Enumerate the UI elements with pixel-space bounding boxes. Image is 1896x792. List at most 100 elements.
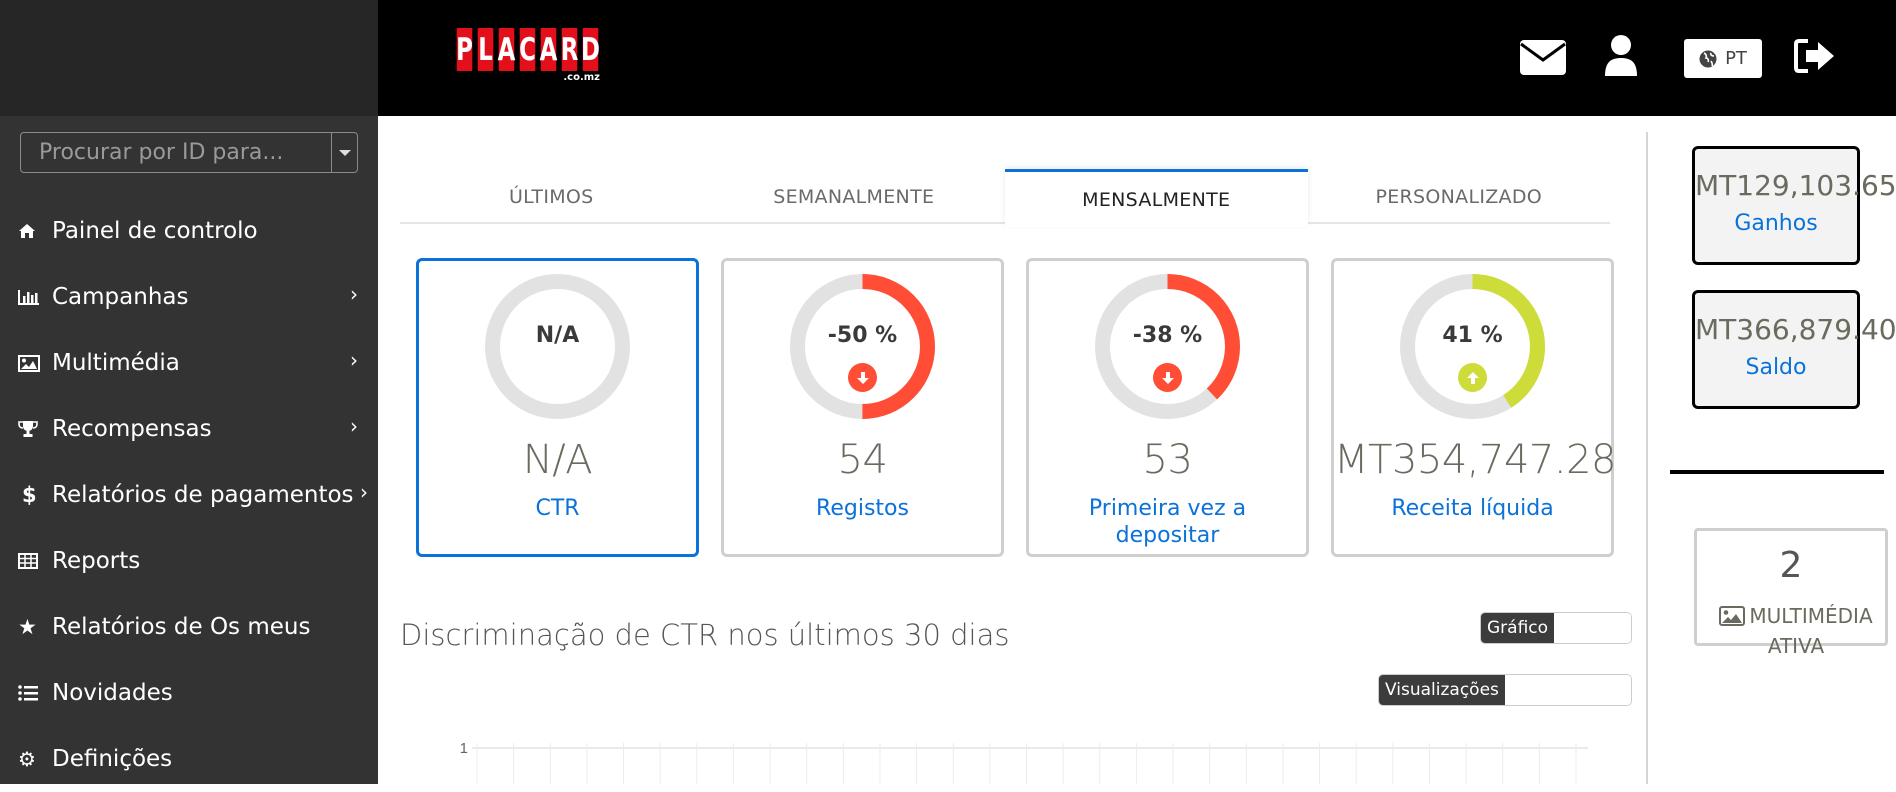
language-label: PT xyxy=(1725,48,1747,69)
balance-box[interactable]: MT366,879.40 Saldo xyxy=(1692,290,1896,409)
logo-letter: A xyxy=(498,28,515,71)
user-icon xyxy=(1605,35,1637,76)
tab-custom[interactable]: PERSONALIZADO xyxy=(1308,171,1611,222)
gauge-percent: -50 % xyxy=(827,323,898,348)
view-toggle[interactable]: Gráfico xyxy=(1480,612,1632,644)
active-media-label: MULTIMÉDIA ATIVA xyxy=(1749,604,1873,658)
earnings-box[interactable]: MT129,103.65 Ganhos xyxy=(1692,146,1896,265)
sidebar-item-label: Recompensas xyxy=(52,416,212,442)
kpi-value: MT354,747.28 xyxy=(1334,437,1616,483)
sidebar-item-reports[interactable]: Reports xyxy=(0,528,378,594)
logout-icon xyxy=(1794,39,1834,73)
chevron-right-icon: › xyxy=(350,348,358,372)
search-input[interactable] xyxy=(21,133,331,172)
envelope-icon xyxy=(1520,40,1566,75)
table-icon xyxy=(18,553,52,569)
image-icon xyxy=(1719,606,1746,626)
kpi-card-first-deposits[interactable]: -38 % 53 Primeira vez a depositar xyxy=(1026,258,1309,557)
metric-toggle[interactable]: Visualizações xyxy=(1378,674,1632,706)
kpi-label: Primeira vez a depositar xyxy=(1088,496,1247,548)
sidebar-item-settings[interactable]: ⚙ Definições xyxy=(0,726,378,792)
view-toggle-label: Gráfico xyxy=(1481,613,1555,643)
main-content: ÚLTIMOS SEMANALMENTE MENSALMENTE PERSONA… xyxy=(378,116,1646,784)
top-bar: PLACARD .co.mz PT xyxy=(378,0,1896,116)
metric-toggle-label: Visualizações xyxy=(1379,675,1505,705)
period-tabs: ÚLTIMOS SEMANALMENTE MENSALMENTE PERSONA… xyxy=(400,169,1611,227)
chevron-right-icon: › xyxy=(350,282,358,306)
earnings-value: MT129,103.65 xyxy=(1695,169,1896,202)
logo-letter: R xyxy=(561,28,578,71)
language-selector[interactable]: PT xyxy=(1684,39,1762,78)
sidebar-item-label: Relatórios de pagamentos xyxy=(52,482,354,508)
sidebar-item-label: Reports xyxy=(52,548,141,574)
search-box xyxy=(20,132,358,173)
globe-icon xyxy=(1699,50,1717,67)
sidebar-item-label: Novidades xyxy=(52,680,173,706)
kpi-card-ctr[interactable]: N/A N/A CTR xyxy=(416,258,699,557)
kpi-value: 54 xyxy=(837,437,888,483)
active-media-box[interactable]: 2 MULTIMÉDIA ATIVA xyxy=(1694,528,1888,658)
sidebar-item-dashboard[interactable]: Painel de controlo xyxy=(0,198,378,264)
logo-letter: D xyxy=(581,28,600,71)
logo-letter: A xyxy=(540,28,557,71)
kpi-label: Registos xyxy=(816,496,909,521)
dollar-icon: $ xyxy=(22,483,37,507)
sidebar-item-favorite-reports[interactable]: ★ Relatórios de Os meus xyxy=(0,594,378,660)
sidebar-item-label: Painel de controlo xyxy=(52,218,258,244)
sidebar-header xyxy=(0,0,378,116)
balance-value: MT366,879.40 xyxy=(1695,313,1896,346)
messages-button[interactable] xyxy=(1519,38,1567,80)
gauge-percent: N/A xyxy=(535,323,580,348)
tab-weekly[interactable]: SEMANALMENTE xyxy=(703,171,1006,222)
y-tick-label: 1 xyxy=(460,740,468,757)
sidebar-item-rewards[interactable]: Recompensas › xyxy=(0,396,378,462)
logo-letter: C xyxy=(519,28,536,71)
gauge-percent: 41 % xyxy=(1442,323,1503,348)
sidebar-item-news[interactable]: Novidades xyxy=(0,660,378,726)
trend-down-icon xyxy=(1153,363,1182,392)
trend-down-icon xyxy=(848,363,877,392)
sidebar-item-campaigns[interactable]: Campanhas › xyxy=(0,264,378,330)
gear-icon: ⚙ xyxy=(18,747,36,771)
kpi-value: N/A xyxy=(522,437,593,483)
profile-button[interactable] xyxy=(1603,34,1639,82)
toggle-track xyxy=(1554,613,1631,643)
ctr-chart: 1 xyxy=(460,740,1588,784)
divider xyxy=(1646,132,1648,784)
kpi-value: 53 xyxy=(1142,437,1193,483)
balance-label: Saldo xyxy=(1745,355,1807,380)
sidebar: Painel de controlo Campanhas › Multimédi… xyxy=(0,0,378,784)
sidebar-item-payment-reports[interactable]: $ Relatórios de pagamentos › xyxy=(0,462,378,528)
kpi-label: CTR xyxy=(535,496,580,521)
kpi-label: Receita líquida xyxy=(1391,496,1554,521)
bar-chart-icon xyxy=(18,289,52,305)
right-panel: MT129,103.65 Ganhos MT366,879.40 Saldo 2… xyxy=(1646,116,1896,784)
trend-up-icon xyxy=(1458,363,1487,392)
logout-button[interactable] xyxy=(1794,38,1836,78)
logo-text: PLACARD xyxy=(455,28,600,71)
tab-latest[interactable]: ÚLTIMOS xyxy=(400,171,703,222)
earnings-label: Ganhos xyxy=(1734,211,1818,236)
active-media-count: 2 xyxy=(1779,545,1803,586)
tab-monthly[interactable]: MENSALMENTE xyxy=(1005,169,1308,227)
kpi-cards: N/A N/A CTR -50 % 54 Registos -38 % 53 P… xyxy=(416,258,1616,557)
logo-domain: .co.mz xyxy=(563,72,600,83)
active-media-caption: MULTIMÉDIA ATIVA xyxy=(1711,601,1881,661)
caret-down-icon xyxy=(338,149,351,156)
logo[interactable]: PLACARD .co.mz xyxy=(455,28,600,83)
sidebar-nav: Painel de controlo Campanhas › Multimédi… xyxy=(0,198,378,792)
search-dropdown-button[interactable] xyxy=(331,133,357,172)
image-icon xyxy=(18,354,52,372)
kpi-card-registrations[interactable]: -50 % 54 Registos xyxy=(721,258,1004,557)
logo-letter: P xyxy=(456,28,473,71)
gauge-percent: -38 % xyxy=(1132,323,1203,348)
chevron-right-icon: › xyxy=(360,480,368,504)
sidebar-item-multimedia[interactable]: Multimédia › xyxy=(0,330,378,396)
separator xyxy=(1670,470,1884,474)
sidebar-item-label: Definições xyxy=(52,746,173,772)
trophy-icon xyxy=(18,420,52,438)
sidebar-item-label: Relatórios de Os meus xyxy=(52,614,311,640)
home-icon xyxy=(18,223,52,239)
kpi-card-net-revenue[interactable]: 41 % MT354,747.28 Receita líquida xyxy=(1331,258,1616,557)
section-title: Discriminação de CTR nos últimos 30 dias xyxy=(400,618,1010,652)
